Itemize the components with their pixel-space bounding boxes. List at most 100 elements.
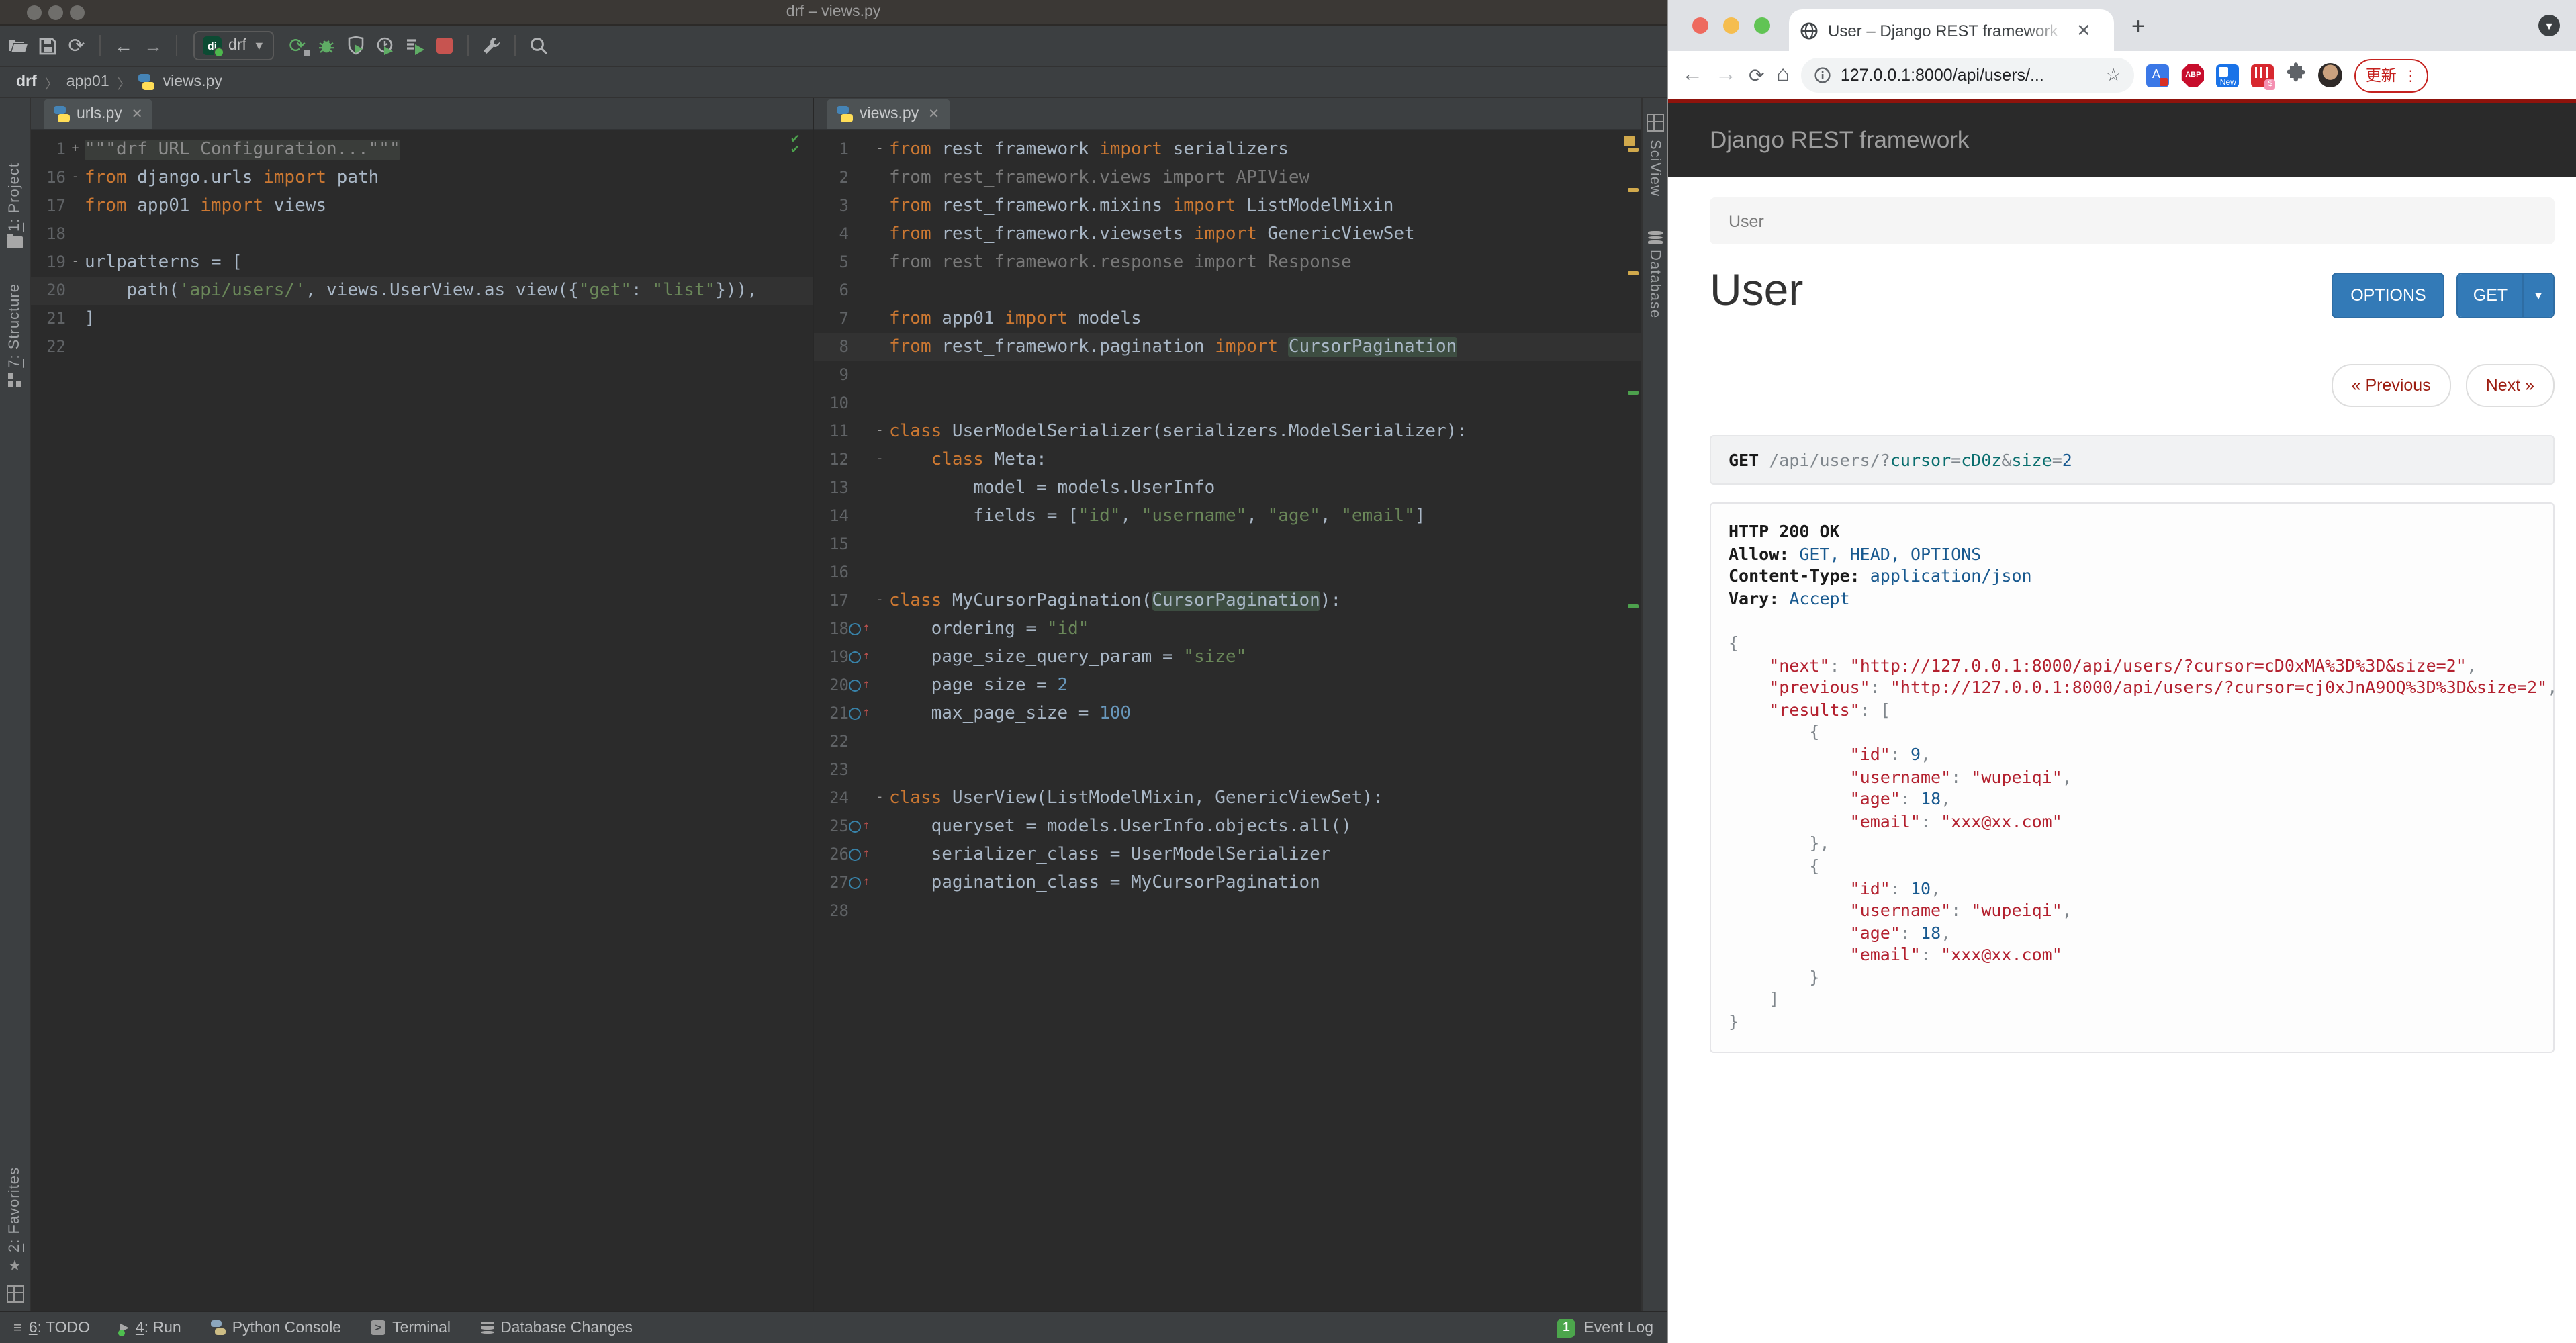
- tab-urls-py[interactable]: urls.py ✕: [44, 99, 152, 129]
- code-line[interactable]: 18: [31, 220, 813, 248]
- drf-brand[interactable]: Django REST framework: [1710, 126, 1969, 154]
- code-line[interactable]: 20 path('api/users/', views.UserView.as_…: [31, 277, 813, 305]
- code-line[interactable]: 4 from rest_framework.viewsets import Gen…: [814, 220, 1641, 248]
- code-line[interactable]: 17 from app01 import views: [31, 192, 813, 220]
- line-number[interactable]: 24: [814, 784, 849, 813]
- line-number[interactable]: 4: [814, 220, 849, 248]
- code-line[interactable]: 16: [814, 559, 1641, 587]
- line-number[interactable]: 23: [814, 756, 849, 784]
- sidebar-item-project[interactable]: 1: Project: [7, 163, 23, 232]
- search-everywhere-icon[interactable]: [524, 31, 554, 60]
- fold-marker[interactable]: -: [870, 587, 889, 615]
- fold-marker[interactable]: -: [870, 136, 889, 164]
- overridden-attribute-icon[interactable]: ↑: [849, 615, 870, 643]
- statusbar-run[interactable]: ▶ 4: Run: [118, 1319, 181, 1336]
- run-configuration-select[interactable]: dj drf ▼: [193, 31, 275, 60]
- sidebar-item-structure[interactable]: 7: Structure: [7, 284, 23, 369]
- new-tab-button[interactable]: +: [2131, 13, 2145, 40]
- code-line[interactable]: 19 ↑ page_size_query_param = "size": [814, 643, 1641, 672]
- code-line[interactable]: 13 model = models.UserInfo: [814, 474, 1641, 502]
- statusbar-python-console[interactable]: Python Console: [210, 1319, 341, 1336]
- update-chrome-button[interactable]: 更新 ⋮: [2354, 58, 2429, 92]
- code-line[interactable]: 9: [814, 361, 1641, 389]
- get-format-dropdown[interactable]: ▼: [2522, 274, 2553, 317]
- overridden-attribute-icon[interactable]: ↑: [849, 813, 870, 841]
- line-number[interactable]: 1: [814, 136, 849, 164]
- code-line[interactable]: 5 from rest_framework.response import Res…: [814, 248, 1641, 277]
- code-line[interactable]: 3 from rest_framework.mixins import ListM…: [814, 192, 1641, 220]
- line-number[interactable]: 7: [814, 305, 849, 333]
- line-number[interactable]: 2: [814, 164, 849, 192]
- code-line[interactable]: 22: [814, 728, 1641, 756]
- line-number[interactable]: 12: [814, 446, 849, 474]
- statusbar-todo[interactable]: ≡ 6: TODO: [13, 1319, 90, 1336]
- drf-breadcrumb-user[interactable]: User: [1729, 212, 1764, 230]
- code-editor-urls[interactable]: ✔ ✔ 1 + """drf URL Configuration...""" 16- fr…: [31, 130, 813, 1311]
- line-number[interactable]: 22: [31, 333, 66, 361]
- code-line[interactable]: 25 ↑ queryset = models.UserInfo.objects.a…: [814, 813, 1641, 841]
- fold-marker[interactable]: -: [66, 164, 85, 192]
- line-number[interactable]: 21: [31, 305, 66, 333]
- fold-marker[interactable]: +: [66, 136, 85, 164]
- favorites-star-icon[interactable]: ★: [8, 1257, 21, 1275]
- line-number[interactable]: 19: [814, 643, 849, 672]
- line-number[interactable]: 17: [814, 587, 849, 615]
- line-number[interactable]: 28: [814, 897, 849, 925]
- code-line[interactable]: 7 from app01 import models: [814, 305, 1641, 333]
- line-number[interactable]: 8: [814, 333, 849, 361]
- rerun-icon[interactable]: ⟳: [283, 31, 312, 60]
- adblock-extension-icon[interactable]: ABP: [2181, 64, 2205, 87]
- fold-marker[interactable]: -: [870, 784, 889, 813]
- extensions-puzzle-icon[interactable]: [2287, 62, 2307, 89]
- tab-search-icon[interactable]: ▼: [2538, 15, 2560, 36]
- forward-icon[interactable]: →: [138, 31, 168, 60]
- code-line[interactable]: 17- class MyCursorPagination(CursorPagina…: [814, 587, 1641, 615]
- stop-icon[interactable]: [430, 31, 460, 60]
- code-line[interactable]: 19- urlpatterns = [: [31, 248, 813, 277]
- breadcrumb-project[interactable]: drf: [16, 74, 37, 90]
- line-number[interactable]: 14: [814, 502, 849, 530]
- overridden-attribute-icon[interactable]: ↑: [849, 841, 870, 869]
- line-number[interactable]: 26: [814, 841, 849, 869]
- code-editor-views[interactable]: 1- from rest_framework import serializers…: [814, 130, 1641, 1311]
- coupon-extension-icon[interactable]: [2251, 64, 2276, 89]
- new-extension-icon[interactable]: [2216, 64, 2240, 87]
- code-line[interactable]: 24- class UserView(ListModelMixin, Generi…: [814, 784, 1641, 813]
- address-bar[interactable]: 127.0.0.1:8000/api/users/... ☆: [1801, 58, 2135, 93]
- line-number[interactable]: 16: [814, 559, 849, 587]
- back-icon[interactable]: ←: [109, 31, 138, 60]
- fold-marker[interactable]: -: [870, 446, 889, 474]
- warning-stripe-mark[interactable]: [1628, 271, 1639, 275]
- code-line[interactable]: 20 ↑ page_size = 2: [814, 672, 1641, 700]
- line-number[interactable]: 18: [814, 615, 849, 643]
- reload-icon[interactable]: ⟳: [1749, 64, 1764, 87]
- debug-icon[interactable]: [312, 31, 342, 60]
- code-line[interactable]: 15: [814, 530, 1641, 559]
- statusbar-event-log[interactable]: 1 Event Log: [1557, 1318, 1653, 1337]
- code-line[interactable]: 1- from rest_framework import serializers: [814, 136, 1641, 164]
- code-line[interactable]: 6: [814, 277, 1641, 305]
- code-line[interactable]: 16- from django.urls import path: [31, 164, 813, 192]
- line-number[interactable]: 25: [814, 813, 849, 841]
- code-line[interactable]: 12- class Meta:: [814, 446, 1641, 474]
- overridden-attribute-icon[interactable]: ↑: [849, 700, 870, 728]
- save-all-icon[interactable]: [32, 31, 62, 60]
- open-folder-icon[interactable]: [3, 31, 32, 60]
- browser-menu-icon[interactable]: ⋮: [2403, 66, 2418, 84]
- code-line[interactable]: 21]: [31, 305, 813, 333]
- sidebar-item-database[interactable]: Database: [1647, 250, 1663, 318]
- previous-page-button[interactable]: « Previous: [2331, 364, 2451, 407]
- change-stripe-mark[interactable]: [1628, 604, 1639, 608]
- change-stripe-mark[interactable]: [1628, 391, 1639, 395]
- tool-window-switcher-icon[interactable]: [6, 1285, 24, 1303]
- get-button[interactable]: GET: [2458, 274, 2523, 317]
- code-line[interactable]: 21 ↑ max_page_size = 100: [814, 700, 1641, 728]
- info-icon[interactable]: [1815, 67, 1831, 83]
- line-number[interactable]: 16: [31, 164, 66, 192]
- next-page-button[interactable]: Next »: [2465, 364, 2555, 407]
- line-number[interactable]: 17: [31, 192, 66, 220]
- minimize-window-button[interactable]: [1723, 17, 1739, 34]
- line-number[interactable]: 15: [814, 530, 849, 559]
- profile-avatar[interactable]: [2318, 63, 2343, 87]
- translate-extension-icon[interactable]: [2146, 64, 2170, 87]
